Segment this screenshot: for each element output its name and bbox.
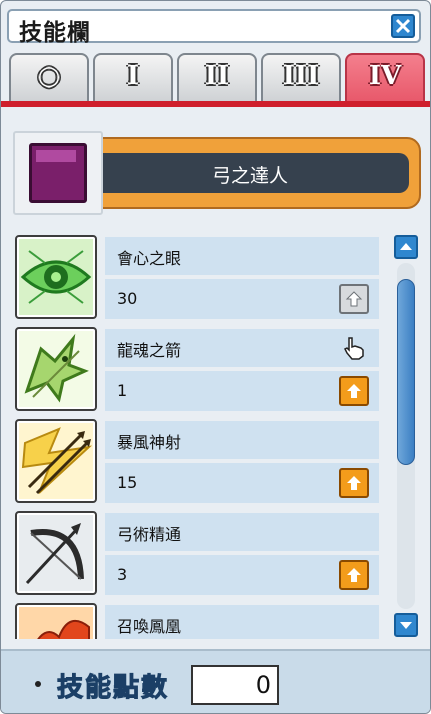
title-bar[interactable]: 技能欄 (7, 9, 421, 46)
close-icon (395, 18, 411, 34)
skill-row[interactable]: 召喚鳳凰 (13, 599, 379, 639)
skill-name: 會心之眼 (117, 249, 182, 268)
skill-level: 30 (117, 289, 138, 308)
bow-icon[interactable] (15, 511, 97, 595)
scroll-up-button[interactable] (394, 235, 418, 259)
scrollbar[interactable] (393, 233, 419, 639)
scroll-down-button[interactable] (394, 613, 418, 637)
window-title: 技能欄 (19, 20, 91, 46)
skill-level-bar: 1 (105, 371, 379, 411)
plus-icon (345, 291, 363, 307)
tab-label: II (204, 61, 230, 91)
job-name: 弓之達人 (211, 165, 288, 187)
phoenix-icon[interactable] (15, 603, 97, 639)
skill-points-box: 0 (191, 665, 279, 705)
skill-level: 1 (117, 381, 128, 400)
skill-level-bar: 15 (105, 463, 379, 503)
skill-up-button[interactable] (339, 376, 369, 406)
tab-job-4[interactable]: IV (345, 53, 425, 101)
job-banner: 弓之達人 (9, 127, 423, 219)
chevron-up-icon (400, 243, 412, 250)
skill-points-label: 技能點數 (56, 673, 170, 704)
arrow-up-icon (347, 568, 361, 582)
skill-level-bar: 3 (105, 555, 379, 595)
skill-name: 弓術精通 (117, 525, 182, 544)
skill-row[interactable]: 暴風神射 15 (13, 415, 379, 507)
skill-level-bar: 30 (105, 279, 379, 319)
scroll-track[interactable] (397, 263, 415, 609)
dragon-icon[interactable] (15, 327, 97, 411)
skill-up-button[interactable] (339, 284, 369, 314)
job-name-panel: 弓之達人 (91, 153, 409, 193)
skill-name-bar: 會心之眼 (105, 237, 379, 275)
skill-row[interactable]: 會心之眼 30 (13, 231, 379, 323)
hand-cursor-icon (343, 337, 364, 360)
skill-name: 龍魂之箭 (117, 341, 182, 360)
skill-name-bar: 召喚鳳凰 (105, 605, 379, 639)
tab-label: ○ (37, 61, 61, 91)
skill-name-bar: 弓術精通 (105, 513, 379, 551)
skill-up-button[interactable] (339, 468, 369, 498)
tab-label: III (282, 61, 320, 91)
tab-beginner[interactable]: ○ (9, 53, 89, 101)
job-tabs: ○ I II III IV (9, 53, 429, 103)
skill-up-button[interactable] (339, 560, 369, 590)
eye-icon[interactable] (15, 235, 97, 319)
scroll-thumb[interactable] (397, 279, 415, 465)
tab-label: IV (368, 61, 402, 91)
tab-label: I (126, 61, 140, 91)
skill-name-bar: 暴風神射 (105, 421, 379, 459)
tab-job-3[interactable]: III (261, 53, 341, 101)
skill-list: 會心之眼 30 龍魂之箭 1 暴風神射 15 弓術精通 3 召喚鳳凰 (13, 231, 379, 639)
tab-divider (1, 101, 430, 107)
close-button[interactable] (391, 14, 415, 38)
arrow-up-icon (347, 384, 361, 398)
skill-name-bar: 龍魂之箭 (105, 329, 379, 367)
skill-level: 15 (117, 473, 138, 492)
skill-points-footer: 技能點數 0 (1, 649, 430, 713)
skill-level: 3 (117, 565, 128, 584)
arrow-up-icon (347, 476, 361, 490)
skill-name: 召喚鳳凰 (117, 617, 182, 636)
bullet-icon (35, 681, 41, 687)
skill-window: 技能欄 ○ I II III IV 弓之達人 會心之眼 30 龍魂之箭 1 暴風… (0, 0, 431, 714)
skill-points-value: 0 (255, 671, 271, 699)
tab-job-2[interactable]: II (177, 53, 257, 101)
skill-row[interactable]: 弓術精通 3 (13, 507, 379, 599)
job-name-bar: 弓之達人 (79, 137, 421, 209)
tab-job-1[interactable]: I (93, 53, 173, 101)
book-icon (29, 143, 87, 203)
job-book-icon (13, 131, 103, 215)
chevron-down-icon (400, 622, 412, 629)
skill-row[interactable]: 龍魂之箭 1 (13, 323, 379, 415)
storm-arrows-icon[interactable] (15, 419, 97, 503)
skill-name: 暴風神射 (117, 433, 182, 452)
